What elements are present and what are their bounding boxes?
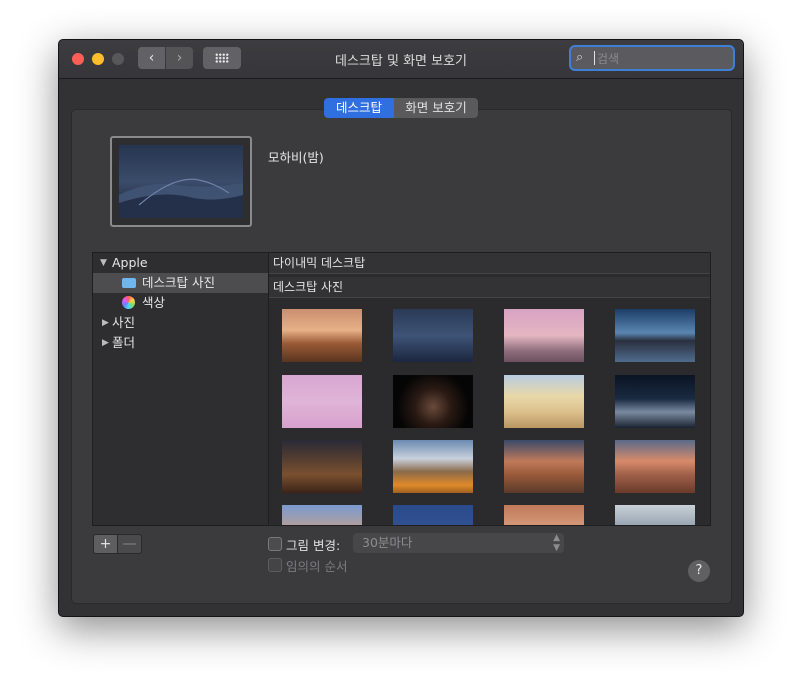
wallpaper-thumb[interactable] bbox=[393, 505, 473, 525]
wallpaper-thumb[interactable] bbox=[504, 375, 584, 428]
text-caret bbox=[594, 51, 595, 65]
search-placeholder: 검색 bbox=[597, 52, 620, 66]
wallpaper-thumb[interactable] bbox=[504, 505, 584, 525]
sidebar-item-apple[interactable]: ▼ Apple bbox=[93, 253, 268, 273]
section-header-dynamic: 다이내믹 데스크탑 bbox=[269, 253, 710, 274]
random-order-checkbox[interactable] bbox=[268, 558, 282, 572]
color-wheel-icon bbox=[122, 296, 135, 309]
question-icon: ? bbox=[695, 563, 703, 578]
wallpaper-thumb[interactable] bbox=[282, 505, 362, 525]
change-picture-label: 그림 변경: bbox=[286, 538, 341, 553]
change-picture-checkbox[interactable] bbox=[268, 537, 282, 551]
random-order-label: 임의의 순서 bbox=[286, 559, 348, 574]
wallpaper-thumb[interactable] bbox=[393, 440, 473, 493]
disclosure-right-icon: ▶ bbox=[102, 338, 109, 348]
add-folder-button[interactable]: + bbox=[93, 534, 118, 554]
sidebar-item-colors[interactable]: 색상 bbox=[93, 293, 268, 313]
sidebar-item-photos[interactable]: ▶ 사진 bbox=[93, 313, 268, 333]
wallpaper-thumb[interactable] bbox=[615, 375, 695, 428]
wallpaper-thumb[interactable] bbox=[504, 440, 584, 493]
wallpaper-thumb[interactable] bbox=[393, 375, 473, 428]
wallpaper-name: 모하비(밤) bbox=[268, 150, 324, 165]
tab-desktop[interactable]: 데스크탑 bbox=[324, 98, 394, 118]
sidebar-item-label: 사진 bbox=[112, 315, 136, 330]
section-header-desktop-photos: 데스크탑 사진 bbox=[269, 277, 710, 298]
search-icon: ⌕ bbox=[576, 50, 584, 65]
wallpaper-thumb[interactable] bbox=[282, 309, 362, 362]
remove-folder-button[interactable]: — bbox=[117, 534, 142, 554]
disclosure-right-icon: ▶ bbox=[102, 318, 109, 328]
folder-icon bbox=[122, 278, 136, 288]
search-field[interactable]: ⌕ 검색 bbox=[569, 45, 735, 71]
sidebar-item-label: 색상 bbox=[142, 295, 166, 310]
wallpaper-thumb[interactable] bbox=[393, 309, 473, 362]
preferences-window: ‹ › 데스크탑 및 화면 보호기 ⌕ 검색 데스크탑 화면 보호기 모하비(밤… bbox=[58, 39, 744, 617]
disclosure-down-icon: ▼ bbox=[100, 258, 107, 268]
help-button[interactable]: ? bbox=[688, 560, 710, 582]
title-bar: ‹ › 데스크탑 및 화면 보호기 ⌕ 검색 bbox=[59, 40, 743, 79]
sidebar-item-label: 데스크탑 사진 bbox=[142, 275, 215, 290]
wallpaper-thumb[interactable] bbox=[615, 440, 695, 493]
wallpaper-thumb[interactable] bbox=[282, 375, 362, 428]
interval-value: 30분마다 bbox=[362, 535, 413, 550]
wallpaper-preview bbox=[110, 136, 252, 227]
sidebar-item-folders[interactable]: ▶ 폴더 bbox=[93, 333, 268, 353]
sidebar-item-label: Apple bbox=[112, 255, 148, 270]
sidebar-item-label: 폴더 bbox=[112, 335, 136, 350]
up-down-chevron-icon: ▲ ▼ bbox=[553, 533, 560, 553]
wallpaper-thumb[interactable] bbox=[615, 309, 695, 362]
sidebar-item-desktop-photos[interactable]: 데스크탑 사진 bbox=[93, 273, 268, 293]
wallpaper-thumb[interactable] bbox=[615, 505, 695, 525]
mojave-night-image bbox=[119, 145, 243, 218]
interval-popup[interactable]: 30분마다 ▲ ▼ bbox=[353, 533, 564, 553]
wallpaper-thumb[interactable] bbox=[504, 309, 584, 362]
wallpaper-browser: 다이내믹 데스크탑 데스크탑 사진 bbox=[268, 252, 711, 526]
source-list: ▼ Apple 데스크탑 사진 색상 ▶ 사진 ▶ 폴더 bbox=[92, 252, 269, 526]
tab-screen-saver[interactable]: 화면 보호기 bbox=[394, 98, 478, 118]
wallpaper-thumb[interactable] bbox=[282, 440, 362, 493]
